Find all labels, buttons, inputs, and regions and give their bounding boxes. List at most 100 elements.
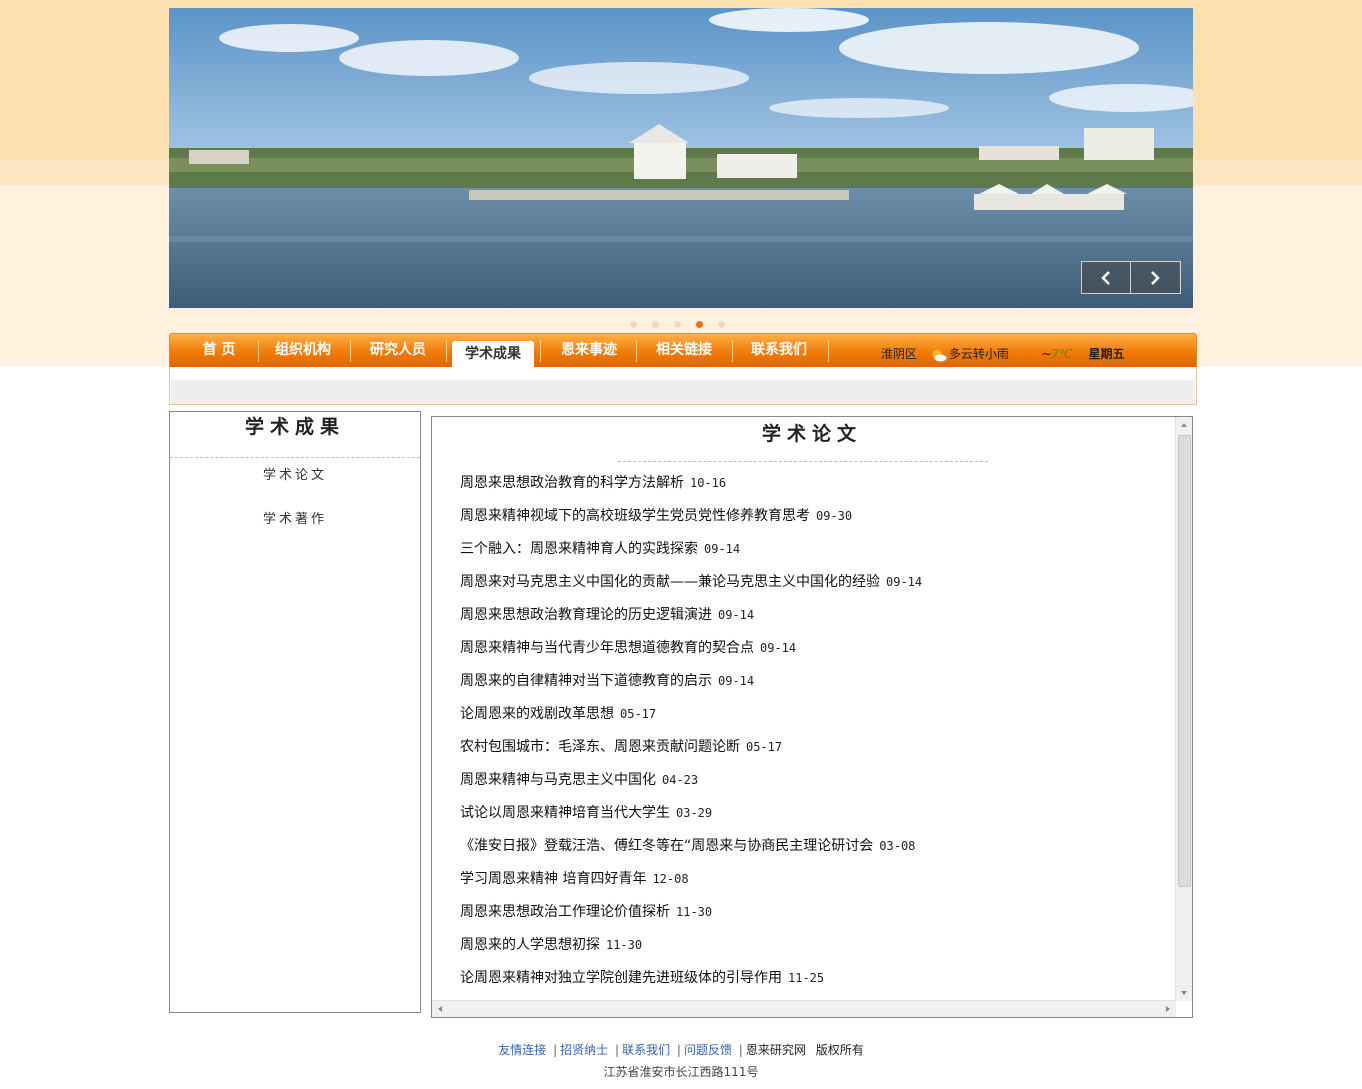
slide-dot[interactable] — [674, 321, 681, 328]
nav-item-contact[interactable]: 联系我们 — [737, 334, 821, 367]
slide-dot[interactable] — [652, 321, 659, 328]
nav-divider — [540, 340, 541, 362]
footer-link-feedback[interactable]: 问题反馈 — [684, 1043, 732, 1057]
footer-link-contact[interactable]: 联系我们 — [622, 1043, 670, 1057]
chevron-right-icon — [1151, 270, 1160, 285]
article-link[interactable]: 论周恩来的戏剧改革思想 05-17 — [460, 704, 1170, 737]
weather-condition: 多云转小雨 — [948, 347, 1009, 361]
scroll-right-icon[interactable] — [1162, 1001, 1174, 1017]
article-date: 09-14 — [704, 542, 741, 556]
sidebar-title: 学术成果 — [170, 412, 420, 458]
weather-district: 淮阴区 — [881, 347, 918, 361]
sidebar-item-books[interactable]: 学术著作 — [170, 508, 420, 527]
nav-item-links[interactable]: 相关链接 — [642, 334, 726, 367]
footer-separator: | — [615, 1043, 620, 1057]
footer-site-name: 恩来研究网 — [745, 1043, 806, 1057]
nav-item-deeds[interactable]: 恩来事迹 — [547, 334, 631, 367]
page-title: 学术论文 — [761, 423, 862, 445]
content-panel: 学术论文 周恩来思想政治教育的科学方法解析 10-16 周恩来精神视域下的高校班级… — [431, 416, 1193, 1018]
article-link[interactable]: 论周恩来精神对独立学院创建先进班级体的引导作用 11-25 — [460, 968, 1170, 1001]
sidebar-item-papers[interactable]: 学术论文 — [170, 464, 420, 483]
article-date: 09-14 — [718, 608, 755, 622]
footer-separator: | — [676, 1043, 681, 1057]
vertical-scroll-thumb[interactable] — [1178, 435, 1191, 887]
article-date: 03-29 — [676, 806, 713, 820]
article-date: 11-25 — [788, 971, 825, 985]
article-link[interactable]: 周恩来思想政治工作理论价值探析 11-30 — [460, 902, 1170, 935]
article-link[interactable]: 周恩来的人学思想初探 11-30 — [460, 935, 1170, 968]
article-title: 三个融入：周恩来精神育人的实践探索 — [460, 541, 698, 557]
article-date: 05-17 — [620, 707, 657, 721]
partly-cloudy-icon — [932, 349, 947, 362]
sub-nav-bar — [169, 367, 1197, 405]
article-link[interactable]: 三个融入：周恩来精神育人的实践探索 09-14 — [460, 539, 1170, 572]
slide-dot[interactable] — [630, 321, 637, 328]
banner-slideshow[interactable] — [169, 8, 1193, 308]
nav-divider — [828, 340, 829, 362]
nav-divider — [258, 340, 259, 362]
footer-link-recruit[interactable]: 招贤纳士 — [560, 1043, 608, 1057]
title-divider — [618, 461, 988, 462]
article-date: 03-08 — [879, 839, 916, 853]
nav-item-achievements[interactable]: 学术成果 — [452, 341, 534, 368]
article-title: 试论以周恩来精神培育当代大学生 — [460, 805, 670, 821]
article-date: 09-30 — [816, 509, 853, 523]
article-title: 论周恩来精神对独立学院创建先进班级体的引导作用 — [460, 970, 782, 986]
article-title: 周恩来的人学思想初探 — [460, 937, 600, 953]
article-date: 09-14 — [886, 575, 923, 589]
article-title: 论周恩来的戏剧改革思想 — [460, 706, 614, 722]
slide-dot-active[interactable] — [696, 321, 703, 328]
slide-dot[interactable] — [718, 321, 725, 328]
footer-separator: | — [553, 1043, 558, 1057]
main-nav: 首 页 组织机构 研究人员 学术成果 恩来事迹 相关链接 联系我们 淮阴区 多云… — [169, 333, 1197, 368]
article-title: 周恩来的自律精神对当下道德教育的启示 — [460, 673, 712, 689]
weather-temp-high: 16℃ — [1012, 347, 1042, 361]
article-link[interactable]: 周恩来对马克思主义中国化的贡献——兼论马克思主义中国化的经验 09-14 — [460, 572, 1170, 605]
article-link[interactable]: 周恩来精神与当代青少年思想道德教育的契合点 09-14 — [460, 638, 1170, 671]
horizontal-scrollbar[interactable] — [432, 1000, 1176, 1017]
article-date: 04-23 — [662, 773, 699, 787]
weather-weekday: 星期五 — [1088, 347, 1125, 361]
nav-item-organization[interactable]: 组织机构 — [261, 334, 345, 367]
nav-divider — [446, 340, 447, 362]
article-link[interactable]: 学习周恩来精神 培育四好青年 12-08 — [460, 869, 1170, 902]
chevron-left-icon — [1101, 270, 1110, 285]
nav-item-home[interactable]: 首 页 — [183, 334, 255, 367]
article-date: 05-17 — [746, 740, 783, 754]
article-title: 周恩来对马克思主义中国化的贡献——兼论马克思主义中国化的经验 — [460, 574, 880, 590]
article-link[interactable]: 周恩来思想政治教育理论的历史逻辑演进 09-14 — [460, 605, 1170, 638]
article-date: 12-08 — [652, 872, 689, 886]
article-date: 09-14 — [718, 674, 755, 688]
scroll-up-icon[interactable] — [1176, 419, 1192, 431]
article-link[interactable]: 周恩来精神视域下的高校班级学生党员党性修养教育思考 09-30 — [460, 506, 1170, 539]
article-title: 学习周恩来精神 培育四好青年 — [460, 871, 647, 887]
sidebar: 学术成果 学术论文 学术著作 — [169, 411, 421, 1013]
article-date: 10-16 — [690, 476, 727, 490]
scroll-left-icon[interactable] — [434, 1001, 446, 1017]
article-title: 周恩来思想政治教育的科学方法解析 — [460, 475, 684, 491]
footer-separator: | — [738, 1043, 743, 1057]
vertical-scrollbar[interactable] — [1175, 417, 1192, 1001]
article-link[interactable]: 周恩来的自律精神对当下道德教育的启示 09-14 — [460, 671, 1170, 704]
footer-link-friends[interactable]: 友情连接 — [498, 1043, 546, 1057]
article-date: 09-14 — [760, 641, 797, 655]
article-title: 周恩来精神与马克思主义中国化 — [460, 772, 656, 788]
article-link[interactable]: 周恩来思想政治教育的科学方法解析 10-16 — [460, 473, 1170, 506]
article-list: 周恩来思想政治教育的科学方法解析 10-16 周恩来精神视域下的高校班级学生党员党… — [460, 473, 1170, 1001]
article-link[interactable]: 《淮安日报》登载汪浩、傅红冬等在“周恩来与协商民主理论研讨会 03-08 — [460, 836, 1170, 869]
next-slide-button[interactable] — [1130, 262, 1179, 293]
article-link[interactable]: 试论以周恩来精神培育当代大学生 03-29 — [460, 803, 1170, 836]
article-title: 农村包围城市：毛泽东、周恩来贡献问题论断 — [460, 739, 740, 755]
article-title: 周恩来精神视域下的高校班级学生党员党性修养教育思考 — [460, 508, 810, 524]
footer-links: 友情连接 | 招贤纳士 | 联系我们 | 问题反馈 | 恩来研究网 版权所有 — [0, 1041, 1362, 1058]
scroll-down-icon[interactable] — [1176, 987, 1192, 999]
nav-divider — [636, 340, 637, 362]
article-link[interactable]: 周恩来精神与马克思主义中国化 04-23 — [460, 770, 1170, 803]
article-link[interactable]: 农村包围城市：毛泽东、周恩来贡献问题论断 05-17 — [460, 737, 1170, 770]
nav-divider — [350, 340, 351, 362]
slide-indicator — [630, 321, 725, 328]
footer-copyright: 版权所有 — [815, 1043, 864, 1057]
prev-slide-button[interactable] — [1082, 262, 1130, 293]
nav-item-researchers[interactable]: 研究人员 — [356, 334, 440, 367]
article-title: 周恩来思想政治工作理论价值探析 — [460, 904, 670, 920]
